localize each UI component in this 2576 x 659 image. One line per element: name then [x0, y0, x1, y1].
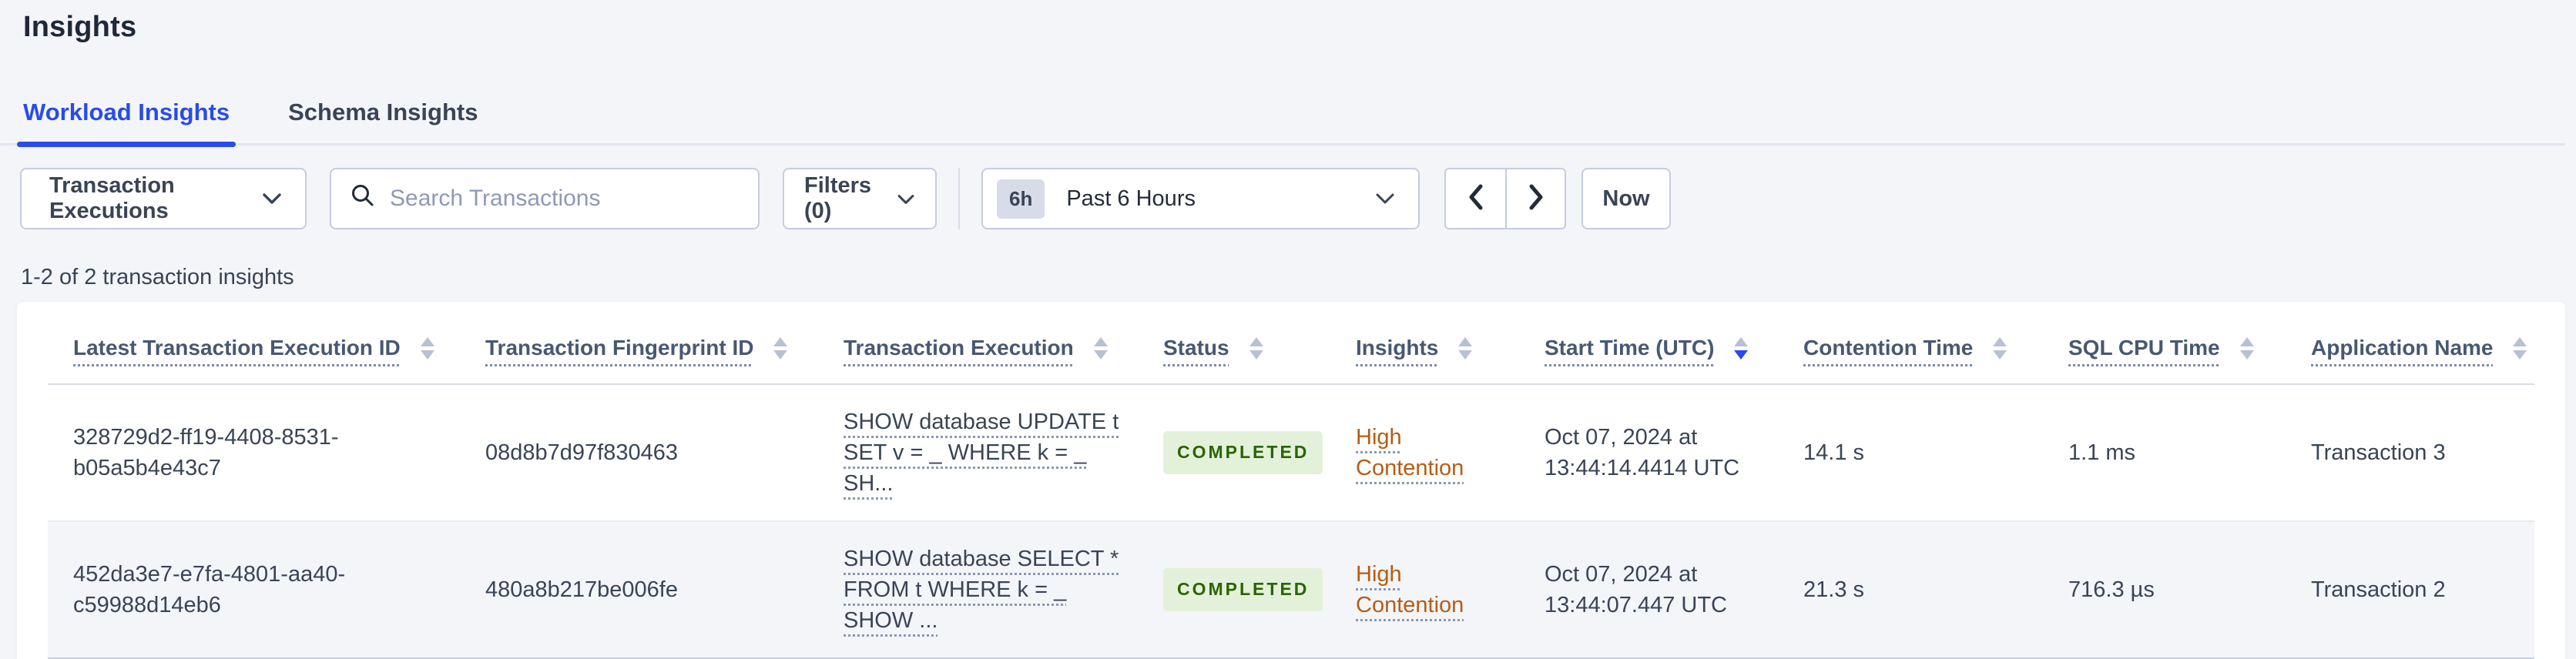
- sort-carets-icon: [1993, 336, 2007, 360]
- time-range-badge: 6h: [997, 179, 1045, 219]
- transaction-execution-link[interactable]: SHOW database SELECT * FROM t WHERE k = …: [844, 547, 1119, 633]
- toolbar-divider: [958, 168, 960, 229]
- now-button-label: Now: [1602, 186, 1650, 211]
- column-header-transaction-execution[interactable]: Transaction Execution: [844, 302, 1163, 385]
- chevron-down-icon: [897, 186, 915, 212]
- column-header-sql-cpu-time[interactable]: SQL CPU Time: [2068, 302, 2311, 385]
- sort-carets-icon: [773, 336, 788, 360]
- filters-button-label: Filters (0): [804, 173, 872, 223]
- column-header-start-time[interactable]: Start Time (UTC): [1545, 302, 1803, 385]
- cell-fingerprint-id: 480a8b217be006fe: [485, 520, 844, 659]
- status-badge: COMPLETED: [1163, 431, 1323, 474]
- chevron-left-icon: [1467, 183, 1485, 215]
- column-header-application-name[interactable]: Application Name: [2311, 302, 2534, 385]
- chevron-right-icon: [1527, 183, 1545, 215]
- chevron-down-icon: [1375, 186, 1395, 212]
- time-range-label: Past 6 Hours: [1066, 186, 1196, 211]
- search-box: [330, 168, 760, 229]
- sort-carets-icon: [1734, 336, 1749, 360]
- tab-workload-insights[interactable]: Workload Insights: [17, 99, 236, 147]
- insight-high-contention-link[interactable]: High Contention: [1356, 562, 1464, 617]
- search-icon: [350, 182, 376, 215]
- table-row: 328729d2-ff19-4408-8531-b05a5b4e43c7 08d…: [48, 384, 2534, 521]
- column-header-transaction-fingerprint-id[interactable]: Transaction Fingerprint ID: [485, 302, 844, 385]
- cell-execution-id: 328729d2-ff19-4408-8531-b05a5b4e43c7: [73, 425, 339, 481]
- column-header-contention-time[interactable]: Contention Time: [1803, 302, 2068, 385]
- cell-contention-time: 14.1 s: [1803, 440, 1864, 466]
- cell-contention-time: 21.3 s: [1803, 520, 2068, 659]
- insights-table-card: Latest Transaction Execution ID Transact…: [17, 302, 2565, 659]
- tab-bar: Workload Insights Schema Insights: [0, 99, 2565, 147]
- filters-button[interactable]: Filters (0): [783, 168, 937, 229]
- transaction-execution-link[interactable]: SHOW database UPDATE t SET v = _ WHERE k…: [844, 410, 1119, 496]
- time-next-button[interactable]: [1505, 169, 1565, 228]
- transaction-type-dropdown[interactable]: Transaction Executions: [20, 168, 307, 229]
- insights-table: Latest Transaction Execution ID Transact…: [48, 302, 2534, 659]
- cell-start-time: Oct 07, 2024 at 13:44:14.4414 UTC: [1545, 425, 1740, 481]
- table-row: 452da3e7-e7fa-4801-aa40-c59988d14eb6 480…: [48, 520, 2534, 659]
- insights-page: Insights Workload Insights Schema Insigh…: [0, 0, 2576, 659]
- sort-carets-icon: [1093, 336, 1108, 360]
- cell-start-time: Oct 07, 2024 at 13:44:07.447 UTC: [1545, 520, 1803, 659]
- tab-schema-insights[interactable]: Schema Insights: [282, 99, 484, 143]
- chevron-down-icon: [262, 186, 282, 212]
- column-header-insights[interactable]: Insights: [1356, 302, 1545, 385]
- search-input[interactable]: [390, 186, 740, 212]
- now-button[interactable]: Now: [1581, 168, 1671, 229]
- sort-carets-icon: [420, 336, 434, 360]
- cell-application-name: Transaction 3: [2311, 440, 2446, 466]
- sort-carets-icon: [2513, 336, 2527, 360]
- time-range-picker[interactable]: 6h Past 6 Hours: [981, 168, 1420, 229]
- column-header-status[interactable]: Status: [1163, 302, 1356, 385]
- status-badge: COMPLETED: [1163, 568, 1323, 611]
- cell-execution-id: 452da3e7-e7fa-4801-aa40-c59988d14eb6: [48, 520, 485, 659]
- sort-carets-icon: [2239, 336, 2254, 360]
- page-title: Insights: [23, 11, 137, 43]
- cell-sql-cpu-time: 716.3 µs: [2068, 520, 2311, 659]
- cell-application-name: Transaction 2: [2311, 520, 2534, 659]
- sort-carets-icon: [1249, 336, 1263, 360]
- results-summary: 1-2 of 2 transaction insights: [21, 265, 294, 289]
- insight-high-contention-link[interactable]: High Contention: [1356, 425, 1464, 480]
- cell-fingerprint-id: 08d8b7d97f830463: [485, 440, 678, 466]
- table-header-row: Latest Transaction Execution ID Transact…: [48, 302, 2534, 385]
- time-prev-button[interactable]: [1446, 169, 1505, 228]
- column-header-latest-transaction-execution-id[interactable]: Latest Transaction Execution ID: [48, 302, 485, 385]
- transaction-type-dropdown-label: Transaction Executions: [49, 173, 175, 223]
- toolbar: Transaction Executions Filters (0) 6h Pa…: [20, 168, 1671, 229]
- cell-sql-cpu-time: 1.1 ms: [2068, 440, 2136, 466]
- time-nav-group: [1444, 168, 1566, 229]
- sort-carets-icon: [1458, 336, 1473, 360]
